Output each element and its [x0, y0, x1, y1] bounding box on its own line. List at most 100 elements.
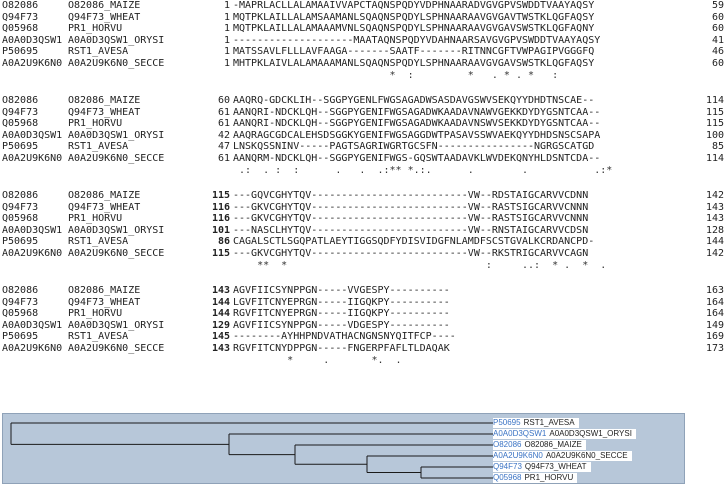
sequence-name: RST1_AVESA [68, 331, 129, 343]
sequence-accession: A0A0D3QSW1 [2, 34, 63, 46]
sequence-start: 143 [211, 343, 230, 354]
tree-leaf-accession-link[interactable]: Q94F73 [493, 462, 522, 471]
sequence-name: A0A2U9K6N0_SECCE [68, 343, 165, 354]
sequence-name: PR1_HORVU [68, 308, 123, 320]
sequence-end: 163 [705, 285, 724, 296]
sequence-residues: ---GKVCGHYTQV--------------------------V… [233, 248, 589, 259]
sequence-name: Q94F73_WHEAT [68, 296, 141, 308]
sequence-accession: O82086 [2, 0, 39, 11]
sequence-name: RST1_AVESA [68, 141, 129, 153]
conservation-marks: * . *. . [233, 354, 402, 366]
sequence-accession: P50695 [2, 236, 39, 248]
tree-leaf-label: Q94F73_WHEAT [524, 462, 587, 471]
sequence-name: PR1_HORVU [68, 118, 123, 130]
sequence-end: 41 [711, 34, 724, 46]
sequence-residues: -MAPRLACLLALAMAAIVVAPCTAQNSPQDYVDPHNAARA… [233, 0, 595, 11]
conservation-marks: * : * . * . * : [233, 69, 619, 81]
sequence-end: 85 [711, 141, 724, 153]
sequence-start: 61 [217, 106, 230, 118]
tree-leaf-accession-link[interactable]: O82086 [493, 440, 521, 449]
sequence-start: 86 [217, 236, 230, 248]
sequence-end: 142 [705, 248, 724, 259]
tree-leaf: P50695 RST1_AVESA [493, 418, 579, 428]
sequence-name: A0A2U9K6N0_SECCE [68, 58, 165, 69]
sequence-residues: AANQRM-NDCKLQH--SGGPYGENIFWGS-GQSWTAADAV… [233, 153, 601, 164]
conservation-marks: ** * : ..: * . * . [233, 259, 607, 271]
tree-leaf-accession-link[interactable]: A0A0D3QSW1 [493, 429, 546, 438]
sequence-start: 115 [211, 248, 230, 259]
sequence-name: O82086_MAIZE [68, 0, 141, 11]
sequence-accession: A0A0D3QSW1 [2, 319, 63, 331]
tree-leaf-accession-link[interactable]: Q05968 [493, 473, 521, 482]
sequence-residues: MQTPKLAILLALAMSAAMANLSQAQNSPQDYLSPHNAARA… [233, 11, 595, 23]
sequence-end: 173 [705, 343, 724, 354]
sequence-end: 114 [705, 153, 724, 164]
sequence-start: 1 [223, 11, 230, 23]
sequence-name: A0A0D3QSW1_ORYSI [68, 319, 165, 331]
sequence-name: O82086_MAIZE [68, 285, 141, 296]
sequence-accession: O82086 [2, 190, 39, 201]
sequence-end: 128 [705, 224, 724, 236]
sequence-end: 164 [705, 308, 724, 320]
sequence-start: 144 [211, 308, 230, 320]
sequence-start: 1 [223, 0, 230, 11]
tree-leaf-accession-link[interactable]: P50695 [493, 418, 521, 427]
sequence-end: 59 [711, 0, 724, 11]
tree-leaf: O82086 O82086_MAIZE [493, 440, 586, 450]
sequence-name: RST1_AVESA [68, 236, 129, 248]
sequence-start: 116 [211, 213, 230, 225]
sequence-residues: --------AYHHPNDVATHACNGNSNYQITFCP---- [233, 331, 456, 343]
conservation-marks: .: . : : . . .:** *.:. . . .:* [233, 164, 613, 176]
sequence-accession: Q94F73 [2, 296, 39, 308]
sequence-accession: P50695 [2, 331, 39, 343]
sequence-residues: RGVFITCNYDPPGN-----FNGERPFAFLTLDAQAK [233, 343, 450, 354]
sequence-start: 61 [217, 118, 230, 130]
sequence-residues: --------------------MAATAQNSPQDYVDAHNAAR… [233, 34, 601, 46]
sequence-end: 164 [705, 296, 724, 308]
sequence-name: PR1_HORVU [68, 23, 123, 35]
sequence-end: 144 [705, 236, 724, 248]
sequence-end: 143 [705, 201, 724, 213]
sequence-start: 115 [211, 190, 230, 201]
sequence-end: 115 [705, 118, 724, 130]
tree-leaf-label: RST1_AVESA [523, 418, 575, 427]
sequence-start: 144 [211, 296, 230, 308]
sequence-residues: AGVFIICSYNPPGN-----VVGESPY---------- [233, 285, 450, 296]
sequence-accession: A0A2U9K6N0 [2, 58, 63, 69]
sequence-end: 46 [711, 46, 724, 58]
sequence-residues: LGVFITCNYEPRGN-----IIGQKPY---------- [233, 296, 450, 308]
sequence-start: 1 [223, 23, 230, 35]
sequence-end: 60 [711, 23, 724, 35]
sequence-alignment: O82086 O82086_MAIZE 1 -MAPRLACLLALAMAAIVVAP… [0, 0, 727, 380]
sequence-residues: AAQRAGCGDCALEHSDSGGKYGENIFWGSAGGDWTPASAV… [233, 129, 601, 141]
sequence-accession: O82086 [2, 95, 39, 106]
sequence-name: A0A0D3QSW1_ORYSI [68, 34, 165, 46]
sequence-start: 60 [217, 95, 230, 106]
sequence-end: 60 [711, 58, 724, 69]
phylogenetic-tree-panel: P50695 RST1_AVESA A0A0D3QSW1 A0A0D3QSW1_ORY… [2, 413, 685, 484]
tree-leaf-label: PR1_HORVU [524, 473, 574, 482]
sequence-name: Q94F73_WHEAT [68, 201, 141, 213]
sequence-start: 61 [217, 153, 230, 164]
sequence-start: 116 [211, 201, 230, 213]
tree-leaf-label: A0A2U9K6N0_SECCE [545, 451, 628, 460]
sequence-end: 115 [705, 106, 724, 118]
sequence-accession: O82086 [2, 285, 39, 296]
sequence-end: 149 [705, 319, 724, 331]
sequence-name: Q94F73_WHEAT [68, 11, 141, 23]
sequence-accession: Q94F73 [2, 106, 39, 118]
sequence-residues: ---GQVCGHYTQV--------------------------V… [233, 190, 589, 201]
sequence-name: Q94F73_WHEAT [68, 106, 141, 118]
sequence-accession: A0A2U9K6N0 [2, 153, 63, 164]
sequence-start: 145 [211, 331, 230, 343]
sequence-end: 60 [711, 11, 724, 23]
sequence-accession: P50695 [2, 141, 39, 153]
sequence-end: 169 [705, 331, 724, 343]
sequence-residues: ---GKVCGHYTQV--------------------------V… [233, 213, 589, 225]
sequence-residues: AAQRQ-GDCKLIH--SGGPYGENLFWGSAGADWSASDAVG… [233, 95, 595, 106]
sequence-name: PR1_HORVU [68, 213, 123, 225]
sequence-start: 129 [211, 319, 230, 331]
tree-leaf-accession-link[interactable]: A0A2U9K6N0 [493, 451, 543, 460]
sequence-accession: Q94F73 [2, 201, 39, 213]
tree-leaf: Q94F73 Q94F73_WHEAT [493, 462, 591, 472]
